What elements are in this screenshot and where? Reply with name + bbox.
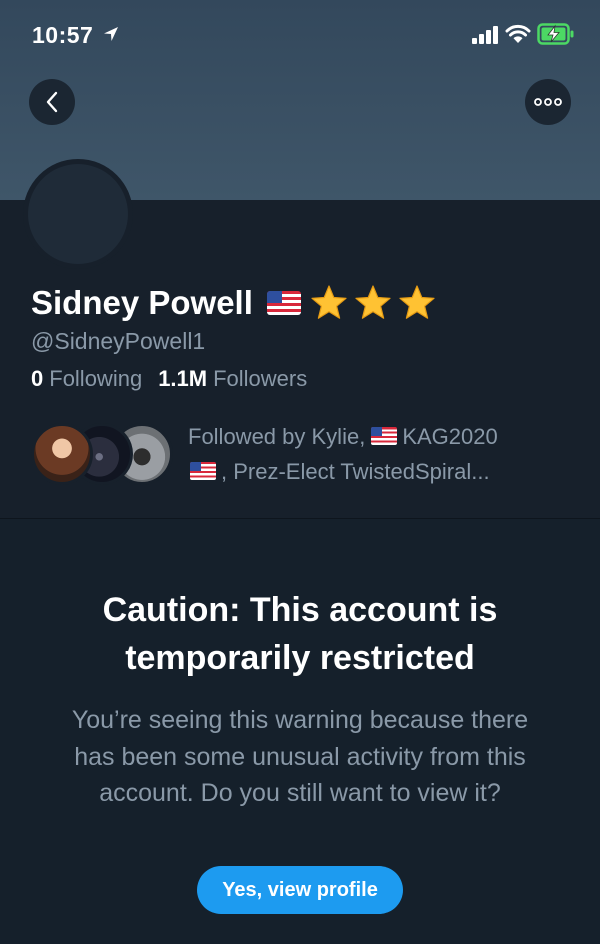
- followed-by-prefix: Followed by Kylie,: [188, 424, 366, 449]
- back-button[interactable]: [29, 79, 75, 125]
- followed-by-second: KAG2020: [402, 424, 498, 449]
- followers-label: Followers: [213, 366, 308, 391]
- profile-name: Sidney Powell: [31, 284, 253, 321]
- profile-handle: @SidneyPowell1: [31, 328, 206, 354]
- followed-by-line1: Followed by Kylie, KAG2020: [188, 419, 580, 454]
- profile-avatar[interactable]: [23, 159, 133, 269]
- profile-name-row: Sidney Powell: [31, 281, 437, 325]
- us-flag-icon: [371, 427, 398, 446]
- battery-charging-icon: [537, 23, 574, 45]
- followers-link[interactable]: 1.1M Followers: [158, 366, 307, 392]
- status-bar: 10:57: [0, 0, 600, 70]
- avatar-image: [28, 164, 128, 264]
- more-horizontal-icon: [534, 98, 562, 106]
- us-flag-icon: [190, 462, 216, 481]
- followed-by-text[interactable]: Followed by Kylie, KAG2020 , Prez-Elect T…: [188, 419, 580, 489]
- chevron-left-icon: [46, 91, 58, 113]
- followers-count: 1.1M: [158, 366, 208, 391]
- star-icon: [399, 285, 435, 319]
- follow-counts: 0 Following 1.1M Followers: [31, 366, 307, 392]
- warning-body: You’re seeing this warning because there…: [71, 706, 529, 807]
- status-time: 10:57: [32, 22, 94, 48]
- followed-by-line2: , Prez-Elect TwistedSpiral...: [188, 454, 580, 489]
- warning-title: Caution: This account is temporarily rest…: [0, 586, 600, 682]
- star-icon: [355, 285, 391, 319]
- location-arrow-icon: [104, 27, 118, 41]
- us-flag-icon: [266, 291, 301, 315]
- view-profile-button[interactable]: Yes, view profile: [197, 866, 403, 914]
- section-divider: [0, 518, 600, 519]
- following-count: 0: [31, 366, 44, 391]
- following-label: Following: [49, 366, 143, 391]
- signal-icon: [472, 26, 498, 44]
- wifi-icon: [505, 24, 531, 43]
- followed-by-line2-text: , Prez-Elect TwistedSpiral...: [221, 459, 490, 484]
- more-options-button[interactable]: [525, 79, 571, 125]
- star-icon: [311, 285, 347, 319]
- follower-avatar: [31, 423, 93, 485]
- following-link[interactable]: 0 Following: [31, 366, 142, 392]
- warning-title-text: Caution: This account is temporarily rest…: [102, 591, 498, 677]
- followed-by-avatars[interactable]: [31, 423, 173, 485]
